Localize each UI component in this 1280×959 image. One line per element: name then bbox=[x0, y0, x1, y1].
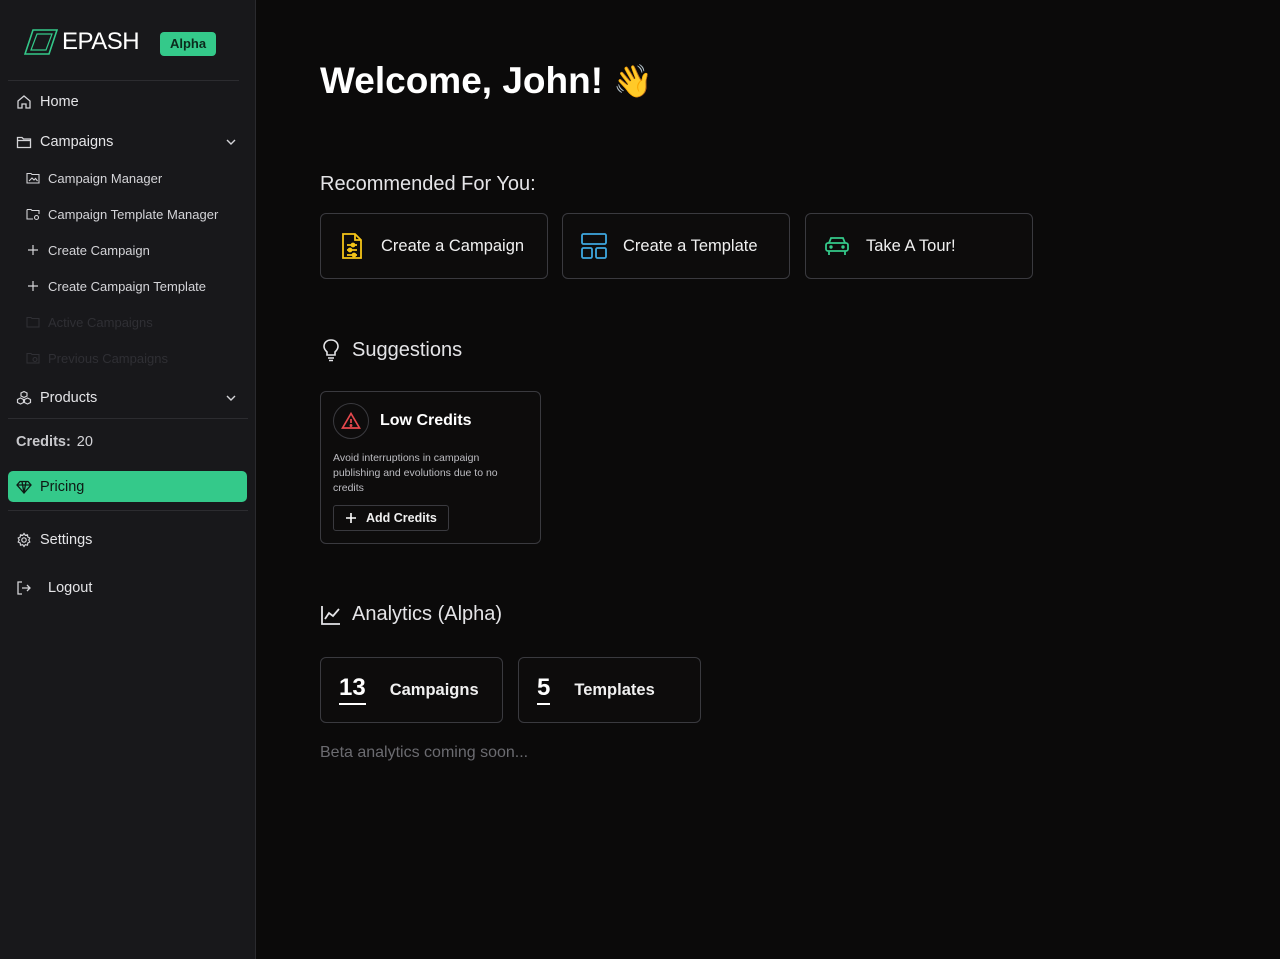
sub-item-label: Active Campaigns bbox=[48, 314, 153, 330]
create-campaign-card[interactable]: Create a Campaign bbox=[320, 213, 548, 279]
sub-item-label: Campaign Manager bbox=[48, 170, 163, 186]
brand-name: EPASH bbox=[62, 28, 140, 55]
nav-settings[interactable]: Settings bbox=[8, 524, 248, 556]
folder-icon bbox=[16, 136, 32, 149]
divider bbox=[8, 418, 248, 419]
analytics-title: Analytics (Alpha) bbox=[320, 603, 502, 626]
low-credits-title: Low Credits bbox=[380, 412, 472, 429]
logo-icon bbox=[24, 29, 58, 55]
sub-item-create-campaign[interactable]: Create Campaign bbox=[26, 236, 248, 264]
stat-campaigns: 13 Campaigns bbox=[320, 657, 503, 723]
create-campaign-label: Create a Campaign bbox=[381, 236, 525, 255]
document-sliders-icon bbox=[342, 233, 362, 259]
warning-icon bbox=[341, 411, 361, 429]
car-icon bbox=[825, 237, 849, 255]
nav-campaigns[interactable]: Campaigns bbox=[8, 126, 248, 158]
welcome-heading: Welcome, John! 👋 bbox=[320, 60, 653, 102]
create-template-card[interactable]: Create a Template bbox=[562, 213, 790, 279]
sub-item-previous-campaigns: Previous Campaigns bbox=[26, 344, 248, 372]
home-icon bbox=[17, 95, 31, 109]
line-chart-icon bbox=[321, 605, 340, 625]
folder-icon bbox=[26, 316, 40, 328]
sidebar: EPASH Alpha Home Campaigns Campaign Mana… bbox=[0, 0, 256, 959]
nav-logout[interactable]: Logout bbox=[8, 572, 248, 604]
nav-settings-label: Settings bbox=[40, 532, 93, 548]
nav-home[interactable]: Home bbox=[8, 86, 248, 118]
sub-item-campaign-manager[interactable]: Campaign Manager bbox=[26, 164, 248, 192]
stat-campaigns-label: Campaigns bbox=[389, 680, 479, 699]
add-credits-button[interactable]: Add Credits bbox=[333, 505, 449, 531]
sub-item-create-campaign-template[interactable]: Create Campaign Template bbox=[26, 272, 248, 300]
sub-item-active-campaigns: Active Campaigns bbox=[26, 308, 248, 336]
warning-icon-wrap bbox=[333, 403, 369, 439]
folder-history-icon bbox=[26, 352, 40, 364]
stat-templates-label: Templates bbox=[574, 680, 655, 699]
sub-item-campaign-template-manager[interactable]: Campaign Template Manager bbox=[26, 200, 248, 228]
sub-item-label: Create Campaign Template bbox=[48, 278, 207, 294]
stat-templates-value: 5 bbox=[537, 675, 551, 705]
credits-value: 20 bbox=[76, 434, 93, 450]
low-credits-card: Low Credits Avoid interruptions in campa… bbox=[320, 391, 541, 544]
layout-grid-icon bbox=[581, 233, 607, 259]
sub-item-label: Campaign Template Manager bbox=[48, 206, 219, 222]
lightbulb-icon bbox=[323, 339, 339, 362]
folder-settings-icon bbox=[26, 208, 40, 221]
nav-products[interactable]: Products bbox=[8, 382, 248, 414]
welcome-text: Welcome, John! bbox=[320, 60, 604, 101]
pricing-label: Pricing bbox=[40, 478, 85, 495]
plus-icon bbox=[28, 245, 38, 255]
divider bbox=[8, 510, 248, 511]
plus-icon bbox=[346, 513, 356, 523]
logout-icon bbox=[17, 581, 31, 595]
alpha-badge: Alpha bbox=[160, 32, 216, 56]
take-tour-label: Take A Tour! bbox=[866, 236, 956, 255]
pricing-button[interactable]: Pricing bbox=[8, 471, 247, 502]
beta-note: Beta analytics coming soon... bbox=[320, 744, 529, 761]
chevron-down-icon[interactable] bbox=[224, 391, 238, 405]
take-tour-card[interactable]: Take A Tour! bbox=[805, 213, 1033, 279]
divider bbox=[8, 80, 239, 81]
stat-campaigns-value: 13 bbox=[339, 675, 366, 705]
analytics-title-text: Analytics (Alpha) bbox=[352, 603, 503, 625]
recommended-title-text: Recommended For You: bbox=[320, 173, 536, 195]
chevron-down-icon[interactable] bbox=[224, 135, 238, 149]
nav-home-label: Home bbox=[40, 94, 79, 110]
low-credits-description: Avoid interruptions in campaign publishi… bbox=[333, 452, 498, 494]
suggestions-title-text: Suggestions bbox=[352, 338, 463, 361]
sub-item-label: Previous Campaigns bbox=[48, 350, 168, 366]
brand-logo[interactable]: EPASH bbox=[24, 28, 140, 56]
nav-logout-label: Logout bbox=[48, 580, 93, 596]
main-content: Welcome, John! 👋 Recommended For You: Cr… bbox=[256, 0, 1280, 959]
credits-display: Credits: 20 bbox=[16, 434, 93, 450]
create-template-label: Create a Template bbox=[623, 236, 758, 255]
credits-label: Credits: bbox=[16, 434, 71, 450]
nav-products-label: Products bbox=[40, 390, 98, 406]
diamond-icon bbox=[16, 480, 32, 494]
wave-emoji: 👋 bbox=[613, 63, 653, 99]
add-credits-label: Add Credits bbox=[366, 511, 437, 525]
image-folder-icon bbox=[26, 172, 40, 184]
suggestions-title: Suggestions bbox=[320, 338, 462, 362]
stat-templates: 5 Templates bbox=[518, 657, 701, 723]
cubes-icon bbox=[16, 390, 32, 405]
plus-icon bbox=[28, 281, 38, 291]
nav-campaigns-label: Campaigns bbox=[40, 134, 114, 150]
gear-icon bbox=[17, 532, 31, 548]
sub-item-label: Create Campaign bbox=[48, 242, 150, 258]
recommended-title: Recommended For You: bbox=[320, 173, 536, 196]
